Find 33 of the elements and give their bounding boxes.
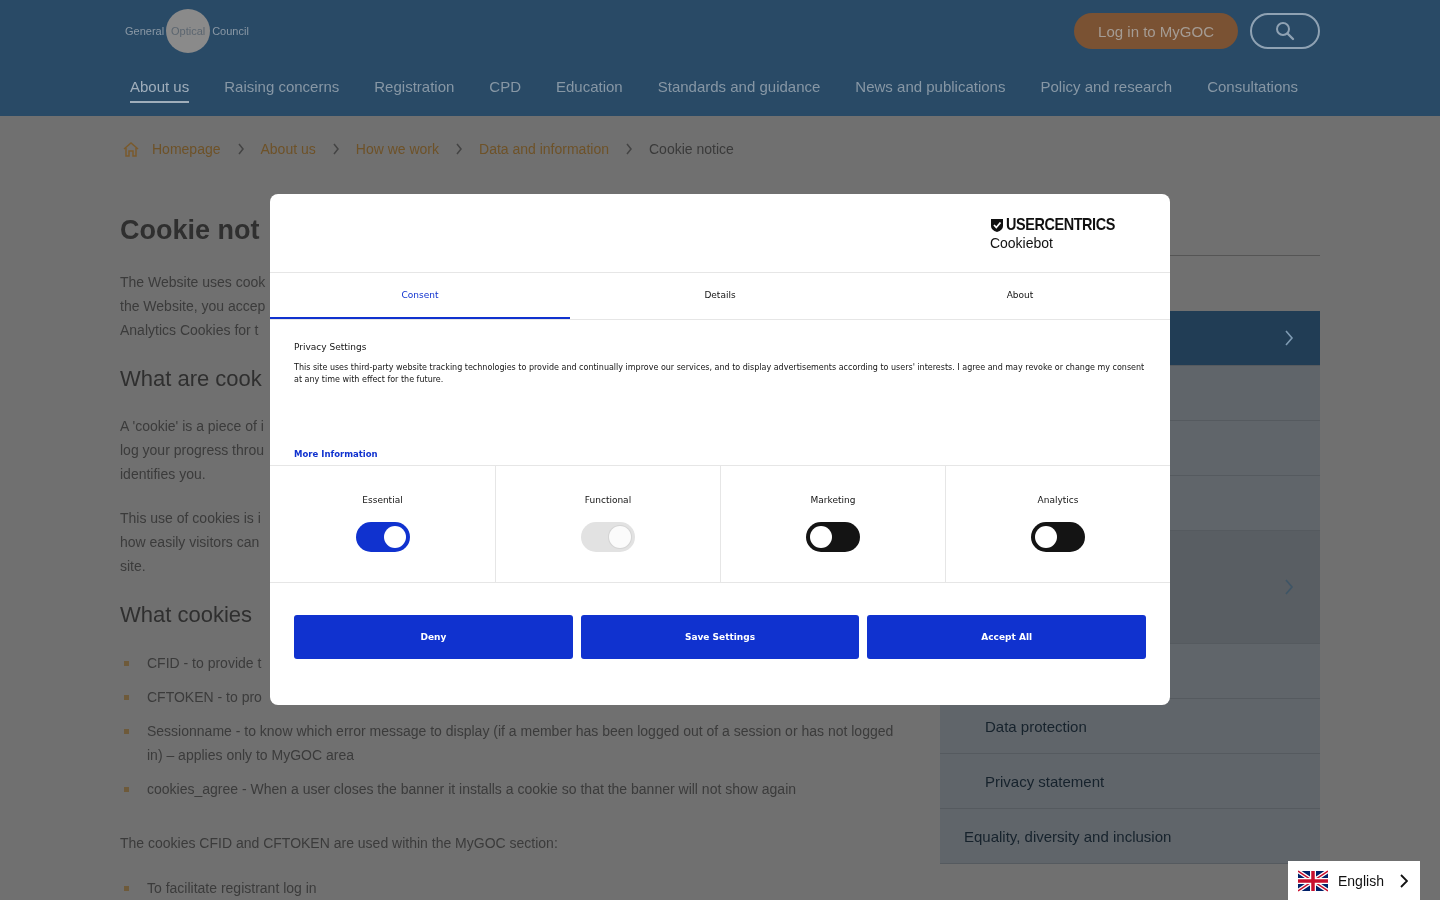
nav-link[interactable]: CPD [489,78,521,103]
tab[interactable]: Consent [270,273,570,319]
nav-link[interactable]: News and publications [855,78,1006,103]
logo-text: General [125,25,165,37]
category-label: Marketing [810,495,856,505]
section-heading: What are cook [120,365,262,393]
dialog-button[interactable]: Deny [294,615,573,659]
category-label: Analytics [1037,495,1079,505]
logo: USERCENTRICS Cookiebot [989,215,1116,251]
nav-link[interactable]: Registration [374,78,455,103]
page-title: Cookie not [120,214,260,247]
category-label: Essential [362,495,403,505]
nav-link[interactable]: About us [130,78,190,103]
nav-link[interactable]: Standards and guidance [657,78,821,103]
section-heading: What cookies [120,601,253,629]
nav-link[interactable]: Policy and research [1040,78,1173,103]
dialog-button[interactable]: Save Settings [580,615,860,659]
login-button[interactable]: Log in to MyGOC [1074,13,1238,49]
nav-link[interactable]: Raising concerns [224,78,340,103]
nav-link[interactable]: Education [556,78,623,103]
dialog-heading: Privacy Settings [294,342,368,352]
dialog-button[interactable]: Accept All [867,615,1146,659]
sidebar-item[interactable]: Equality, diversity and inclusion [940,809,1320,864]
language-selector[interactable]: English [1288,861,1420,900]
sidebar-item[interactable]: Data protection [940,699,1320,754]
logo-text: Council [212,25,249,37]
more-information-link[interactable]: More Information [294,449,378,459]
tab[interactable]: About [870,273,1170,319]
description-text: This site uses third-party website tracking technologies to provide and continually improve our services, and to display advertisements according to users' interests. I agree and may revoke or change my consent at any time with effect for the future. [294,362,1146,386]
category-label: Functional [584,495,632,505]
nav-link[interactable]: Consultations [1207,78,1299,103]
sidebar-item[interactable]: Privacy statement [940,754,1320,809]
tab[interactable]: Details [570,273,870,319]
